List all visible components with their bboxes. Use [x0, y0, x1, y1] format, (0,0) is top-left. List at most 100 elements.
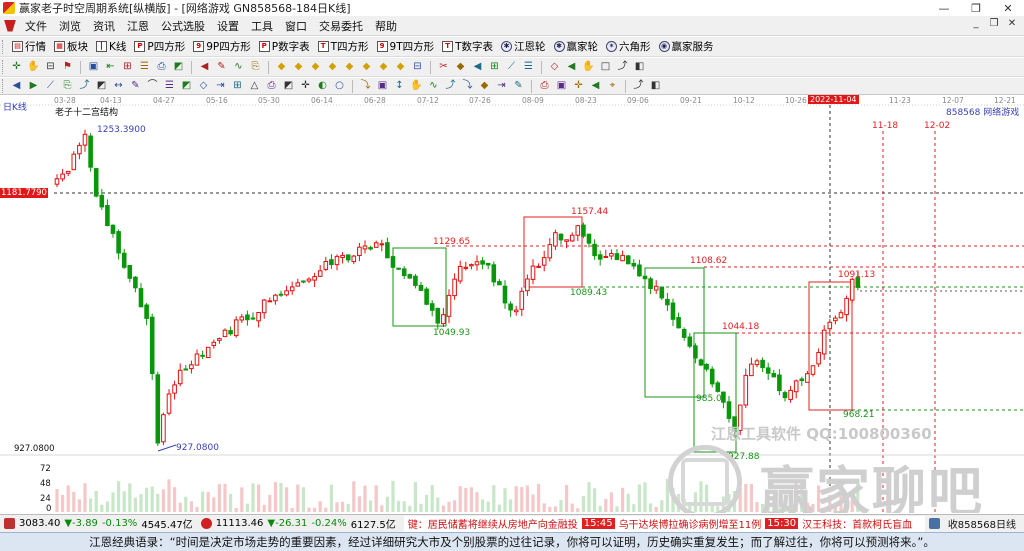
delete-icon[interactable]: ✛	[571, 79, 586, 94]
parallel-icon[interactable]: ⎘	[60, 79, 75, 94]
fib-icon[interactable]: ◩	[94, 79, 109, 94]
p-table-button[interactable]: P P数字表	[255, 38, 314, 56]
diamond-2-icon[interactable]: ◆	[291, 60, 306, 75]
sh-index-icon[interactable]	[4, 518, 15, 529]
menu-file[interactable]: 文件	[19, 18, 53, 34]
menu-help[interactable]: 帮助	[369, 18, 403, 34]
text-tool-icon[interactable]: ⊞	[487, 60, 502, 75]
color-icon[interactable]: ⤴	[631, 79, 646, 94]
service-button[interactable]: ◉ 赢家服务	[655, 38, 718, 56]
angle-icon[interactable]: ✛	[298, 79, 313, 94]
square-icon[interactable]: ⎙	[537, 79, 552, 94]
sector-button[interactable]: ▦ 板块	[50, 38, 92, 56]
ray-icon[interactable]: ▶	[26, 79, 41, 94]
winner-wheel-button[interactable]: ✱ 赢家轮	[550, 38, 603, 56]
close-button[interactable]: ✕	[992, 0, 1024, 16]
save-icon[interactable]: ◇	[547, 60, 562, 75]
box-icon[interactable]: ⤵	[460, 79, 475, 94]
flag-icon[interactable]: ▣	[86, 60, 101, 75]
grid-icon[interactable]: ✛	[9, 60, 24, 75]
menu-formula[interactable]: 公式选股	[155, 18, 211, 34]
diamond-6-icon[interactable]: ◆	[359, 60, 374, 75]
diamond-3-icon[interactable]: ◆	[308, 60, 323, 75]
mdi-restore-button[interactable]: ❐	[988, 18, 1000, 29]
diamond-1-icon[interactable]: ◆	[274, 60, 289, 75]
chat-icon[interactable]: ⟋	[504, 60, 519, 75]
calendar-icon[interactable]: ▣	[554, 79, 569, 94]
last-icon[interactable]: ⎘	[248, 60, 263, 75]
table-icon[interactable]: ⊟	[410, 60, 425, 75]
diamond-8-icon[interactable]: ◆	[393, 60, 408, 75]
toolbar-grip[interactable]	[2, 39, 5, 54]
menu-window[interactable]: 窗口	[279, 18, 313, 34]
link-icon[interactable]: ◧	[632, 60, 647, 75]
vline-icon[interactable]: ⤵	[358, 79, 373, 94]
menu-settings[interactable]: 设置	[211, 18, 245, 34]
export-icon[interactable]: □	[598, 60, 613, 75]
pattern-icon[interactable]: ⚑	[60, 60, 75, 75]
toolbar-grip[interactable]	[2, 79, 5, 93]
print-icon[interactable]: ✋	[581, 60, 596, 75]
menu-browse[interactable]: 浏览	[53, 18, 87, 34]
measure-icon[interactable]: ◐	[315, 79, 330, 94]
kline-chart[interactable]: 03-28 04-13 04-27 05-16 05-30 06-14 06-28 07-12…	[0, 95, 1024, 513]
news-ticker[interactable]: 键：居民储蓄将继续从房地产向金融投 15:45 乌干达埃博拉确诊病例增至11例 …	[403, 515, 925, 532]
menu-gann[interactable]: 江恩	[121, 18, 155, 34]
pitchfork-icon[interactable]: ✋	[409, 79, 424, 94]
zoom-in-icon[interactable]: ⎙	[154, 60, 169, 75]
shift-left-icon[interactable]: ⊞	[120, 60, 135, 75]
spiral-icon[interactable]: ◩	[281, 79, 296, 94]
t-square-button[interactable]: T T四方形	[314, 38, 373, 56]
mdi-close-button[interactable]: ✕	[1006, 18, 1018, 29]
gann-box-icon[interactable]: △	[247, 79, 262, 94]
diamond-4-icon[interactable]: ◆	[325, 60, 340, 75]
menu-news[interactable]: 资讯	[87, 18, 121, 34]
diamond-7-icon[interactable]: ◆	[376, 60, 391, 75]
arrow-icon[interactable]: ◇	[196, 79, 211, 94]
gann-wheel-button[interactable]: ✱ 江恩轮	[497, 38, 550, 56]
hand-icon[interactable]: ✂	[436, 60, 451, 75]
fan-icon[interactable]: ⤴	[77, 79, 92, 94]
document-icon[interactable]	[4, 19, 16, 32]
ellipse-icon[interactable]: ⌒	[145, 79, 160, 94]
prev-icon[interactable]: ✎	[214, 60, 229, 75]
p-square-button[interactable]: P P四方形	[130, 38, 189, 56]
diamond-5-icon[interactable]: ◆	[342, 60, 357, 75]
line-tool-icon[interactable]: ◀	[9, 79, 24, 94]
t-table-button[interactable]: T T数字表	[438, 38, 497, 56]
shift-right-icon[interactable]: ☰	[137, 60, 152, 75]
ruler-icon[interactable]: ⇥	[494, 79, 509, 94]
percent-icon[interactable]: ∿	[426, 79, 441, 94]
news-item-2[interactable]: 乌干达埃博拉确诊病例增至11例	[619, 516, 762, 531]
redo-icon[interactable]: ⌖	[605, 79, 620, 94]
minimize-button[interactable]: —	[928, 0, 960, 16]
cross-icon[interactable]: ◆	[453, 60, 468, 75]
kline-button[interactable]: ┃ K线	[92, 38, 130, 56]
channel-icon[interactable]: ⟋	[43, 79, 58, 94]
news-item-1[interactable]: 键：居民储蓄将继续从房地产向金融投	[408, 516, 578, 531]
frame-icon[interactable]: ⇤	[103, 60, 118, 75]
period-icon[interactable]: ⊟	[43, 60, 58, 75]
9p-square-button[interactable]: 9 9P四方形	[189, 38, 255, 56]
sz-index-icon[interactable]	[200, 518, 212, 529]
time-zone-icon[interactable]: ⤴	[443, 79, 458, 94]
undo-icon[interactable]: ◀	[588, 79, 603, 94]
menu-trade[interactable]: 交易委托	[313, 18, 369, 34]
speed-icon[interactable]: ↕	[392, 79, 407, 94]
period-line-icon[interactable]: ○	[332, 79, 347, 94]
zoom-out-icon[interactable]: ◩	[171, 60, 186, 75]
first-icon[interactable]: ◀	[197, 60, 212, 75]
copy-icon[interactable]: ◀	[564, 60, 579, 75]
gann-fan-icon[interactable]: ⊞	[230, 79, 245, 94]
mdi-minimize-button[interactable]: _	[970, 18, 982, 29]
hexagon-button[interactable]: ✶ 六角形	[602, 38, 655, 56]
toolbar-grip[interactable]	[2, 60, 5, 74]
loop-icon[interactable]: ◧	[648, 79, 663, 94]
next-icon[interactable]: ∿	[231, 60, 246, 75]
triangle-icon[interactable]: ◩	[179, 79, 194, 94]
9t-square-button[interactable]: 9 9T四方形	[373, 38, 439, 56]
trend-icon[interactable]: ◆	[477, 79, 492, 94]
news-item-3[interactable]: 汉王科技：首款柯氏盲血	[802, 516, 912, 531]
pin-icon[interactable]: ☰	[521, 60, 536, 75]
quotes-button[interactable]: ▤ 行情	[8, 38, 50, 56]
